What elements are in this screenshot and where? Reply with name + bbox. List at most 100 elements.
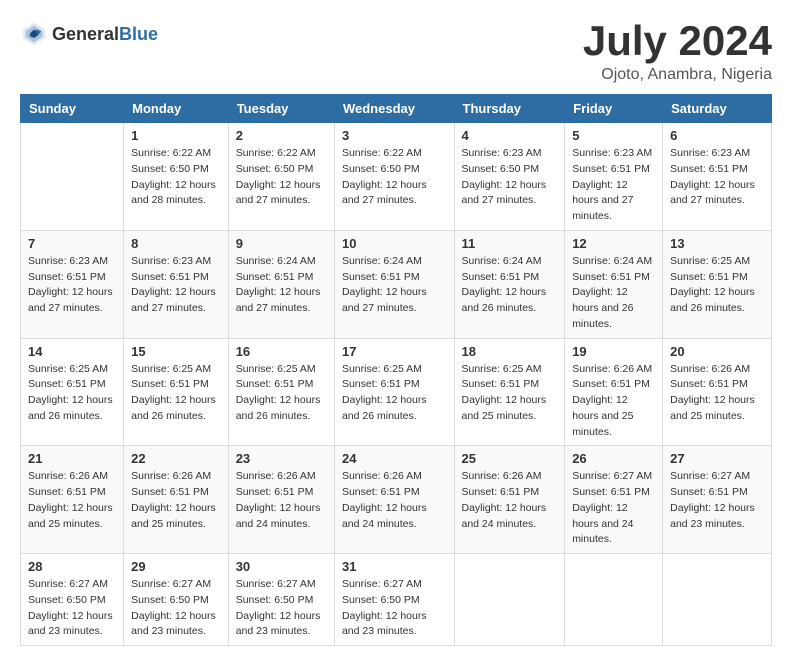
calendar-cell xyxy=(21,123,124,231)
day-info: Sunrise: 6:27 AMSunset: 6:50 PMDaylight:… xyxy=(131,578,216,637)
day-info: Sunrise: 6:27 AMSunset: 6:51 PMDaylight:… xyxy=(670,470,755,529)
day-number: 25 xyxy=(462,451,558,466)
calendar-cell xyxy=(565,554,663,646)
calendar-week-row: 7 Sunrise: 6:23 AMSunset: 6:51 PMDayligh… xyxy=(21,230,772,338)
day-info: Sunrise: 6:25 AMSunset: 6:51 PMDaylight:… xyxy=(462,363,547,422)
calendar-cell: 4 Sunrise: 6:23 AMSunset: 6:50 PMDayligh… xyxy=(454,123,565,231)
day-number: 2 xyxy=(236,128,327,143)
calendar-cell: 25 Sunrise: 6:26 AMSunset: 6:51 PMDaylig… xyxy=(454,446,565,554)
day-info: Sunrise: 6:22 AMSunset: 6:50 PMDaylight:… xyxy=(236,147,321,206)
day-info: Sunrise: 6:26 AMSunset: 6:51 PMDaylight:… xyxy=(670,363,755,422)
calendar-cell: 2 Sunrise: 6:22 AMSunset: 6:50 PMDayligh… xyxy=(228,123,334,231)
calendar-cell: 3 Sunrise: 6:22 AMSunset: 6:50 PMDayligh… xyxy=(334,123,454,231)
title-section: July 2024 Ojoto, Anambra, Nigeria xyxy=(583,20,772,84)
day-info: Sunrise: 6:24 AMSunset: 6:51 PMDaylight:… xyxy=(236,255,321,314)
calendar-cell: 10 Sunrise: 6:24 AMSunset: 6:51 PMDaylig… xyxy=(334,230,454,338)
calendar-cell: 21 Sunrise: 6:26 AMSunset: 6:51 PMDaylig… xyxy=(21,446,124,554)
day-number: 15 xyxy=(131,344,221,359)
header-tuesday: Tuesday xyxy=(228,95,334,123)
calendar-cell: 15 Sunrise: 6:25 AMSunset: 6:51 PMDaylig… xyxy=(124,338,229,446)
day-info: Sunrise: 6:27 AMSunset: 6:50 PMDaylight:… xyxy=(28,578,113,637)
day-info: Sunrise: 6:25 AMSunset: 6:51 PMDaylight:… xyxy=(28,363,113,422)
day-info: Sunrise: 6:26 AMSunset: 6:51 PMDaylight:… xyxy=(28,470,113,529)
calendar-week-row: 1 Sunrise: 6:22 AMSunset: 6:50 PMDayligh… xyxy=(21,123,772,231)
calendar-cell: 14 Sunrise: 6:25 AMSunset: 6:51 PMDaylig… xyxy=(21,338,124,446)
day-number: 20 xyxy=(670,344,764,359)
day-info: Sunrise: 6:23 AMSunset: 6:51 PMDaylight:… xyxy=(131,255,216,314)
calendar-cell: 11 Sunrise: 6:24 AMSunset: 6:51 PMDaylig… xyxy=(454,230,565,338)
day-number: 31 xyxy=(342,559,447,574)
calendar-cell: 27 Sunrise: 6:27 AMSunset: 6:51 PMDaylig… xyxy=(663,446,772,554)
logo-text: GeneralBlue xyxy=(52,24,158,45)
day-info: Sunrise: 6:26 AMSunset: 6:51 PMDaylight:… xyxy=(462,470,547,529)
calendar-cell: 24 Sunrise: 6:26 AMSunset: 6:51 PMDaylig… xyxy=(334,446,454,554)
day-info: Sunrise: 6:22 AMSunset: 6:50 PMDaylight:… xyxy=(131,147,216,206)
day-number: 24 xyxy=(342,451,447,466)
calendar-cell: 17 Sunrise: 6:25 AMSunset: 6:51 PMDaylig… xyxy=(334,338,454,446)
header-saturday: Saturday xyxy=(663,95,772,123)
day-number: 23 xyxy=(236,451,327,466)
day-info: Sunrise: 6:27 AMSunset: 6:50 PMDaylight:… xyxy=(236,578,321,637)
day-info: Sunrise: 6:24 AMSunset: 6:51 PMDaylight:… xyxy=(462,255,547,314)
day-number: 10 xyxy=(342,236,447,251)
day-info: Sunrise: 6:23 AMSunset: 6:51 PMDaylight:… xyxy=(572,147,652,222)
day-number: 27 xyxy=(670,451,764,466)
logo: GeneralBlue xyxy=(20,20,158,48)
header-thursday: Thursday xyxy=(454,95,565,123)
day-number: 4 xyxy=(462,128,558,143)
day-number: 9 xyxy=(236,236,327,251)
calendar-cell: 13 Sunrise: 6:25 AMSunset: 6:51 PMDaylig… xyxy=(663,230,772,338)
calendar-cell: 7 Sunrise: 6:23 AMSunset: 6:51 PMDayligh… xyxy=(21,230,124,338)
day-number: 8 xyxy=(131,236,221,251)
calendar-header-row: SundayMondayTuesdayWednesdayThursdayFrid… xyxy=(21,95,772,123)
calendar-cell: 26 Sunrise: 6:27 AMSunset: 6:51 PMDaylig… xyxy=(565,446,663,554)
day-number: 26 xyxy=(572,451,655,466)
calendar-cell: 12 Sunrise: 6:24 AMSunset: 6:51 PMDaylig… xyxy=(565,230,663,338)
day-number: 29 xyxy=(131,559,221,574)
calendar-week-row: 28 Sunrise: 6:27 AMSunset: 6:50 PMDaylig… xyxy=(21,554,772,646)
logo-icon xyxy=(20,20,48,48)
calendar-cell: 19 Sunrise: 6:26 AMSunset: 6:51 PMDaylig… xyxy=(565,338,663,446)
logo-general: General xyxy=(52,24,119,44)
calendar-cell: 1 Sunrise: 6:22 AMSunset: 6:50 PMDayligh… xyxy=(124,123,229,231)
day-info: Sunrise: 6:25 AMSunset: 6:51 PMDaylight:… xyxy=(670,255,755,314)
calendar-cell: 16 Sunrise: 6:25 AMSunset: 6:51 PMDaylig… xyxy=(228,338,334,446)
calendar-table: SundayMondayTuesdayWednesdayThursdayFrid… xyxy=(20,94,772,646)
day-number: 18 xyxy=(462,344,558,359)
calendar-week-row: 21 Sunrise: 6:26 AMSunset: 6:51 PMDaylig… xyxy=(21,446,772,554)
calendar-cell: 30 Sunrise: 6:27 AMSunset: 6:50 PMDaylig… xyxy=(228,554,334,646)
day-number: 16 xyxy=(236,344,327,359)
day-number: 13 xyxy=(670,236,764,251)
calendar-cell: 22 Sunrise: 6:26 AMSunset: 6:51 PMDaylig… xyxy=(124,446,229,554)
day-info: Sunrise: 6:26 AMSunset: 6:51 PMDaylight:… xyxy=(236,470,321,529)
calendar-week-row: 14 Sunrise: 6:25 AMSunset: 6:51 PMDaylig… xyxy=(21,338,772,446)
header-monday: Monday xyxy=(124,95,229,123)
day-number: 12 xyxy=(572,236,655,251)
day-info: Sunrise: 6:23 AMSunset: 6:50 PMDaylight:… xyxy=(462,147,547,206)
day-number: 1 xyxy=(131,128,221,143)
day-info: Sunrise: 6:26 AMSunset: 6:51 PMDaylight:… xyxy=(131,470,216,529)
day-info: Sunrise: 6:25 AMSunset: 6:51 PMDaylight:… xyxy=(236,363,321,422)
day-number: 11 xyxy=(462,236,558,251)
calendar-cell: 6 Sunrise: 6:23 AMSunset: 6:51 PMDayligh… xyxy=(663,123,772,231)
calendar-cell: 23 Sunrise: 6:26 AMSunset: 6:51 PMDaylig… xyxy=(228,446,334,554)
day-number: 14 xyxy=(28,344,116,359)
day-info: Sunrise: 6:22 AMSunset: 6:50 PMDaylight:… xyxy=(342,147,427,206)
day-number: 28 xyxy=(28,559,116,574)
day-info: Sunrise: 6:27 AMSunset: 6:51 PMDaylight:… xyxy=(572,470,652,545)
calendar-cell: 29 Sunrise: 6:27 AMSunset: 6:50 PMDaylig… xyxy=(124,554,229,646)
calendar-cell: 9 Sunrise: 6:24 AMSunset: 6:51 PMDayligh… xyxy=(228,230,334,338)
calendar-cell: 8 Sunrise: 6:23 AMSunset: 6:51 PMDayligh… xyxy=(124,230,229,338)
day-number: 6 xyxy=(670,128,764,143)
logo-blue: Blue xyxy=(119,24,158,44)
day-info: Sunrise: 6:27 AMSunset: 6:50 PMDaylight:… xyxy=(342,578,427,637)
calendar-cell: 20 Sunrise: 6:26 AMSunset: 6:51 PMDaylig… xyxy=(663,338,772,446)
day-info: Sunrise: 6:25 AMSunset: 6:51 PMDaylight:… xyxy=(131,363,216,422)
location: Ojoto, Anambra, Nigeria xyxy=(583,66,772,84)
calendar-cell: 31 Sunrise: 6:27 AMSunset: 6:50 PMDaylig… xyxy=(334,554,454,646)
calendar-cell xyxy=(663,554,772,646)
calendar-cell xyxy=(454,554,565,646)
day-info: Sunrise: 6:26 AMSunset: 6:51 PMDaylight:… xyxy=(572,363,652,438)
header-friday: Friday xyxy=(565,95,663,123)
header-wednesday: Wednesday xyxy=(334,95,454,123)
